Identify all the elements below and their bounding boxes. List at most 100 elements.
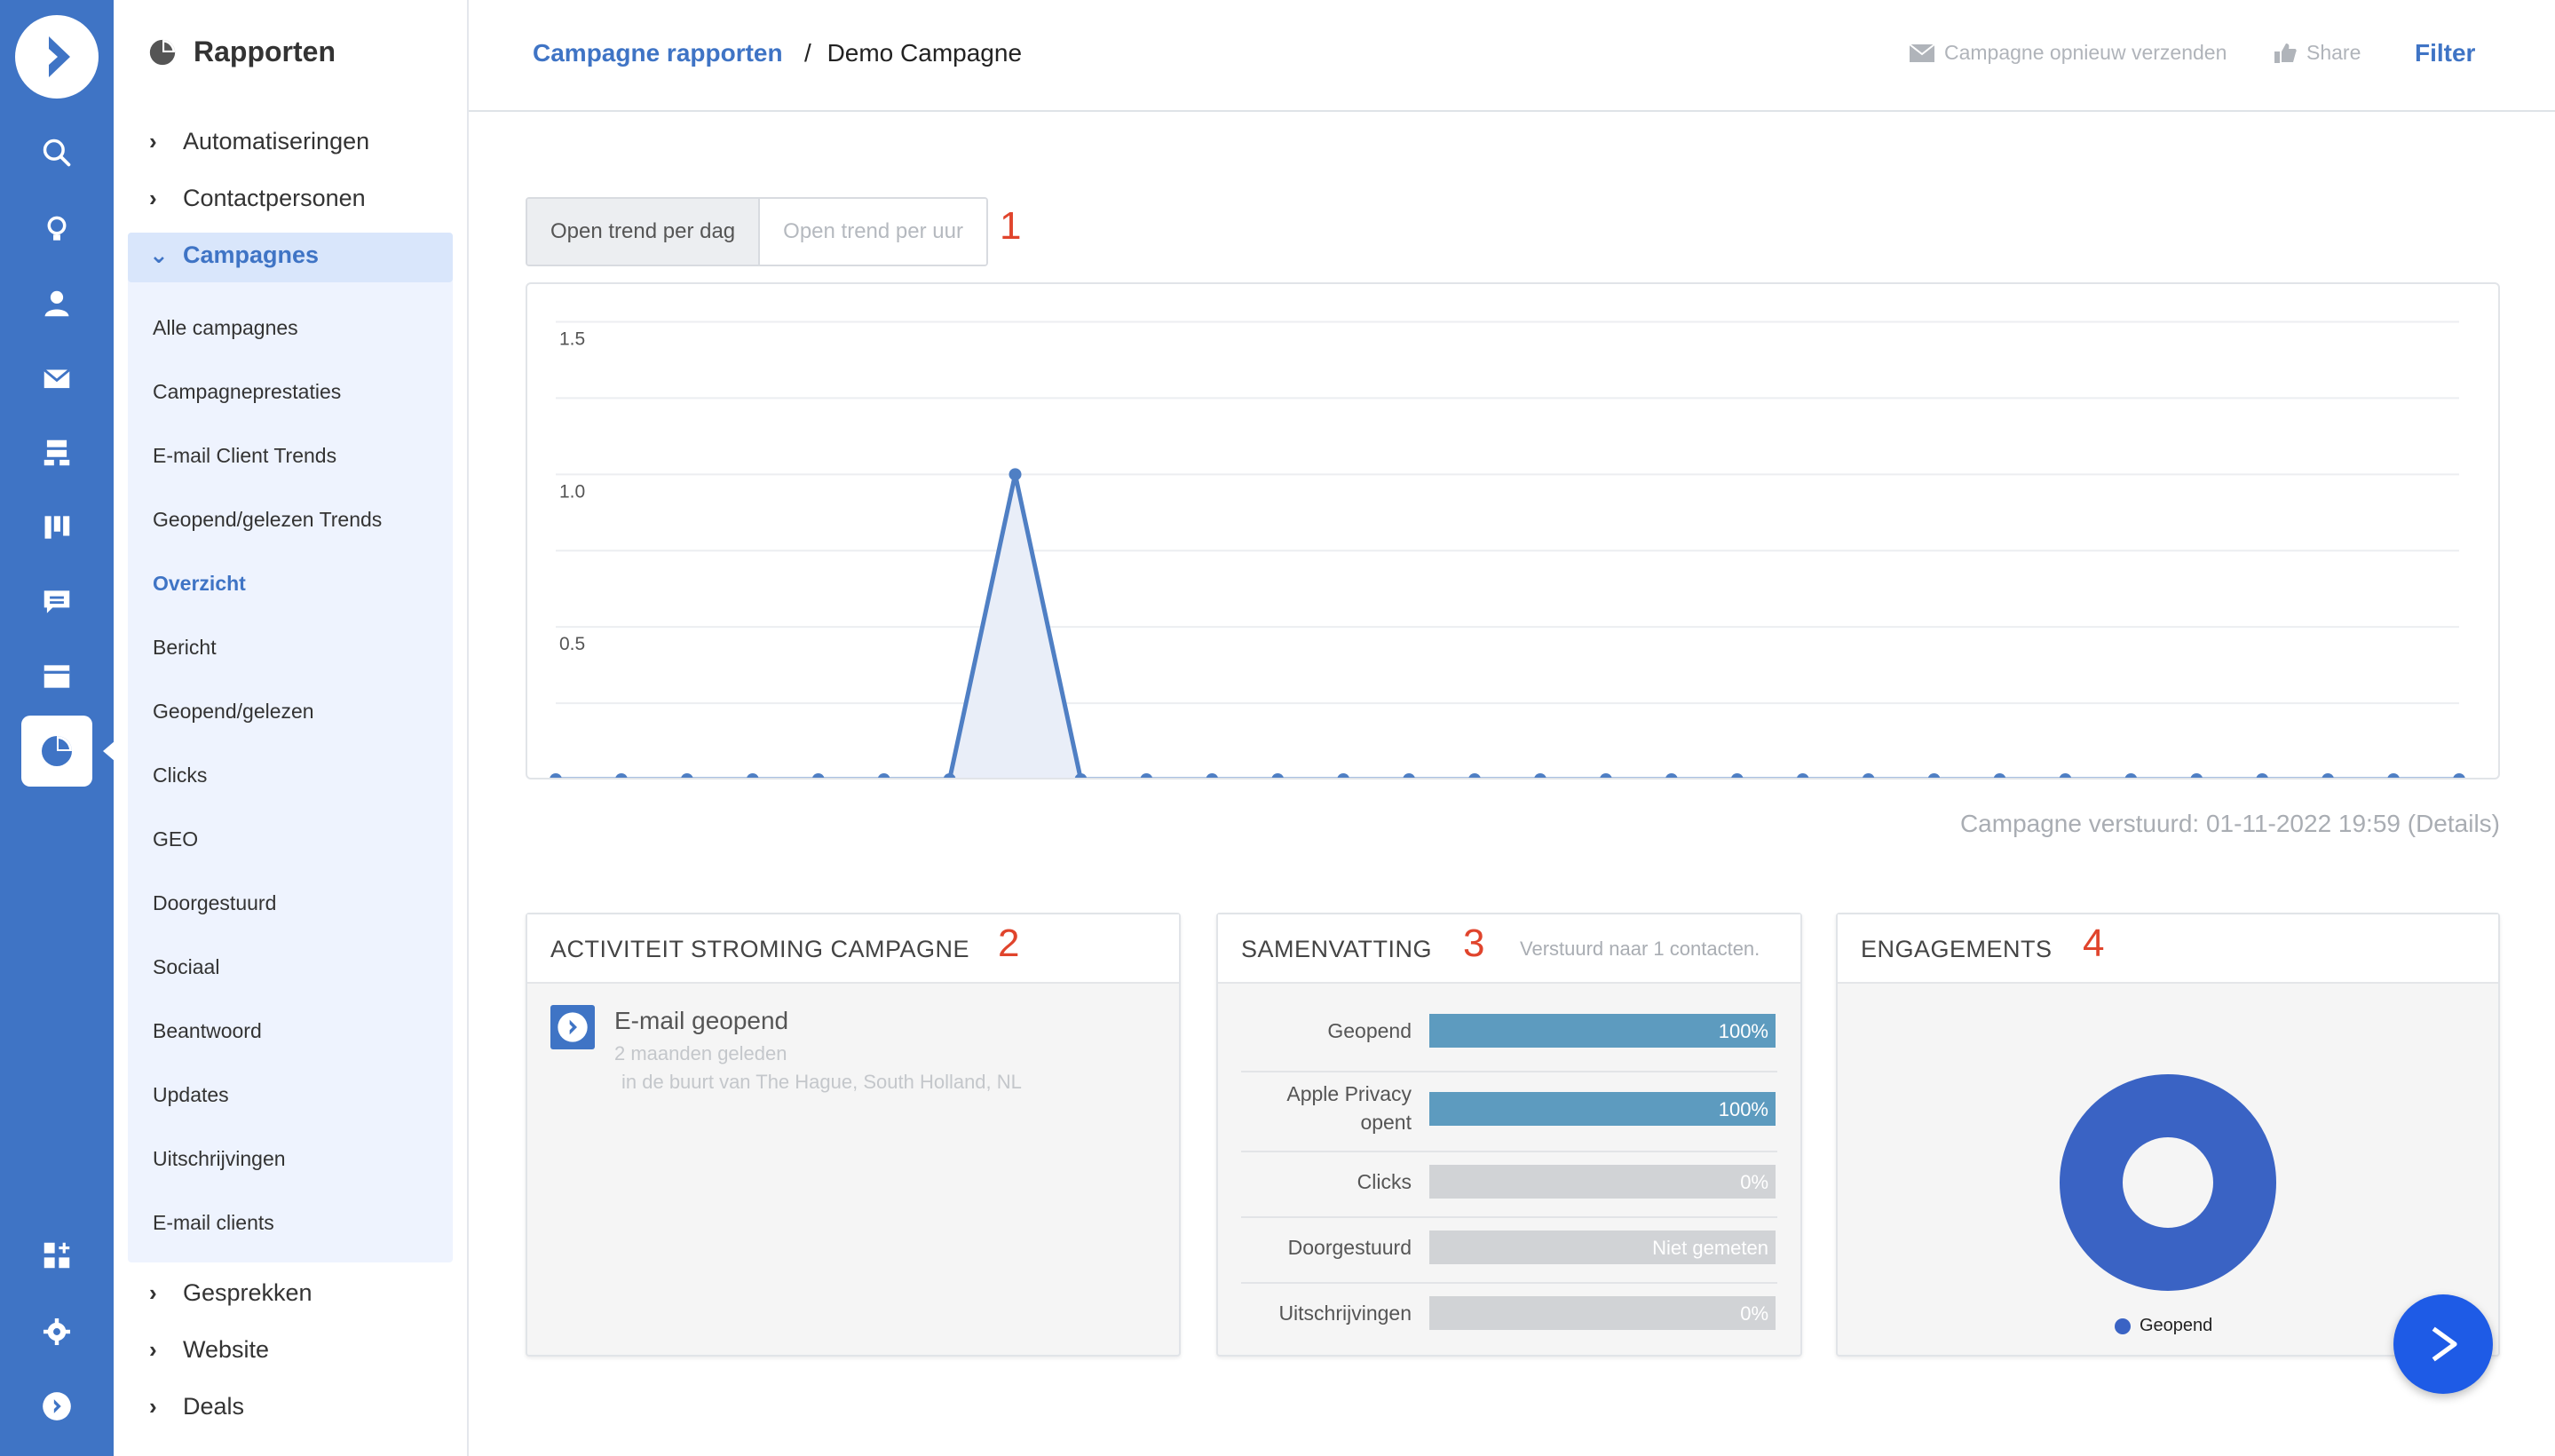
data-point[interactable] <box>680 773 693 786</box>
sidebar-item-forwarded[interactable]: Doorgestuurd <box>153 891 276 915</box>
sidebar-item-open-read-trends[interactable]: Geopend/gelezen Trends <box>153 508 382 532</box>
data-point[interactable] <box>550 773 562 786</box>
summary-value: 100% <box>1718 1098 1768 1120</box>
breadcrumb-current: / Demo Campagne <box>804 39 1022 67</box>
data-point[interactable] <box>1271 773 1285 786</box>
filter-button[interactable]: Filter <box>2415 39 2475 67</box>
chevron-right-icon: › <box>149 1279 157 1306</box>
group-label: Gesprekken <box>183 1279 312 1306</box>
sidebar-group-conversations[interactable]: › Gesprekken <box>149 1279 312 1307</box>
group-label: Campagnes <box>183 241 320 268</box>
search-icon[interactable] <box>30 126 83 179</box>
summary-bar[interactable]: 0% <box>1429 1296 1776 1330</box>
data-point[interactable] <box>1862 773 1875 786</box>
data-point[interactable] <box>614 773 628 786</box>
pipeline-icon[interactable] <box>30 501 83 554</box>
sidebar-item-updates[interactable]: Updates <box>153 1083 229 1107</box>
data-point[interactable] <box>1140 773 1153 786</box>
resend-campaign-button[interactable]: Campagne opnieuw verzenden <box>1909 41 2227 65</box>
summary-bar[interactable]: Niet gemeten <box>1429 1230 1776 1264</box>
card-title: ACTIVITEIT STROMING CAMPAGNE <box>550 936 970 962</box>
sidebar-item-campaign-performance[interactable]: Campagneprestaties <box>153 380 341 404</box>
data-point[interactable] <box>2190 773 2203 786</box>
share-button[interactable]: Share <box>2273 41 2361 65</box>
data-point[interactable] <box>1533 773 1546 786</box>
summary-row: Apple Privacy opent 100% <box>1241 1072 1777 1152</box>
sidebar-item-message[interactable]: Bericht <box>153 636 217 660</box>
data-point[interactable] <box>1993 773 2006 786</box>
summary-value: Niet gemeten <box>1652 1237 1768 1259</box>
data-point[interactable] <box>1665 773 1678 786</box>
summary-row: Clicks 0% <box>1241 1152 1777 1218</box>
data-point[interactable] <box>2453 773 2465 786</box>
summary-bar[interactable]: 0% <box>1429 1165 1776 1199</box>
chevron-down-icon: ⌄ <box>149 241 169 268</box>
sidebar-item-all-campaigns[interactable]: Alle campagnes <box>153 316 298 340</box>
data-point[interactable] <box>746 773 759 786</box>
mail-icon[interactable] <box>30 352 83 405</box>
assistant-fab-button[interactable] <box>2393 1294 2493 1394</box>
sidebar-item-social[interactable]: Sociaal <box>153 955 219 979</box>
lightbulb-icon[interactable] <box>30 202 83 256</box>
app-logo-icon[interactable] <box>15 15 99 99</box>
data-point[interactable] <box>2387 773 2401 786</box>
summary-bar[interactable]: 100% <box>1429 1014 1776 1048</box>
sent-to-count: Verstuurd naar 1 contacten. <box>1520 938 1760 960</box>
sidebar-item-email-client-trends[interactable]: E-mail Client Trends <box>153 444 336 468</box>
reports-nav-active[interactable] <box>21 716 92 787</box>
sidebar-item-overview[interactable]: Overzicht <box>153 572 246 596</box>
sidebar-item-replied[interactable]: Beantwoord <box>153 1019 262 1043</box>
data-point[interactable] <box>1927 773 1941 786</box>
donut-slice-geopend[interactable] <box>2060 1074 2276 1291</box>
data-point[interactable] <box>1403 773 1416 786</box>
data-point[interactable] <box>1599 773 1612 786</box>
sidebar-item-clicks[interactable]: Clicks <box>153 764 207 787</box>
data-point[interactable] <box>2059 773 2072 786</box>
campaign-sent-info[interactable]: Campagne verstuurd: 01-11-2022 19:59 (De… <box>1960 810 2500 838</box>
data-point[interactable] <box>877 773 890 786</box>
annotation-2: 2 <box>998 922 1020 965</box>
sidebar-group-campaigns-label[interactable]: ⌄ Campagnes <box>149 241 319 269</box>
sidebar-item-email-clients[interactable]: E-mail clients <box>153 1211 274 1235</box>
sidebar-group-automations[interactable]: › Automatiseringen <box>149 128 369 155</box>
thumbs-up-icon <box>2274 43 2297 63</box>
apps-add-icon[interactable] <box>30 1229 83 1282</box>
tab-open-trend-hour[interactable]: Open trend per uur <box>760 199 986 265</box>
activity-stream-card: ACTIVITEIT STROMING CAMPAGNE 2 E-mail ge… <box>526 913 1181 1357</box>
summary-card: SAMENVATTING 3 Verstuurd naar 1 contacte… <box>1216 913 1802 1357</box>
engagements-legend[interactable]: Geopend <box>2115 1316 2212 1336</box>
share-label: Share <box>2306 41 2361 64</box>
sidebar-group-website[interactable]: › Website <box>149 1336 269 1364</box>
sidebar-item-geo[interactable]: GEO <box>153 827 198 851</box>
data-point[interactable] <box>1337 773 1350 786</box>
data-point[interactable] <box>2256 773 2269 786</box>
contact-icon[interactable] <box>30 277 83 330</box>
data-point[interactable] <box>1206 773 1219 786</box>
sidebar-group-contacts[interactable]: › Contactpersonen <box>149 185 366 212</box>
summary-label: Apple Privacy opent <box>1286 1082 1412 1134</box>
data-point[interactable] <box>811 773 825 786</box>
summary-label: Doorgestuurd <box>1287 1236 1412 1259</box>
y-tick-label: 1.5 <box>559 329 585 350</box>
automation-icon[interactable] <box>30 426 83 479</box>
data-point[interactable] <box>1468 773 1482 786</box>
breadcrumb-campaign-reports[interactable]: Campagne rapporten <box>533 39 783 67</box>
help-logo-icon[interactable] <box>30 1380 83 1433</box>
engagements-donut <box>2060 1074 2276 1291</box>
data-point[interactable] <box>2124 773 2138 786</box>
data-point[interactable] <box>1796 773 1809 786</box>
activity-event: E-mail geopend <box>614 1007 789 1034</box>
website-icon[interactable] <box>30 650 83 703</box>
activity-location: in de buurt van The Hague, South Holland… <box>621 1071 1022 1093</box>
data-point[interactable] <box>1730 773 1744 786</box>
sidebar-item-unsubscribes[interactable]: Uitschrijvingen <box>153 1147 286 1171</box>
conversation-icon[interactable] <box>30 575 83 629</box>
gear-icon[interactable] <box>30 1305 83 1358</box>
data-point[interactable] <box>1009 468 1022 481</box>
campaign-name: Demo Campagne <box>827 39 1023 67</box>
tab-open-trend-day[interactable]: Open trend per dag <box>527 199 761 265</box>
summary-bar[interactable]: 100% <box>1429 1092 1776 1126</box>
data-point[interactable] <box>2322 773 2335 786</box>
sidebar-item-opened-read[interactable]: Geopend/gelezen <box>153 700 314 724</box>
sidebar-group-deals[interactable]: › Deals <box>149 1393 244 1420</box>
